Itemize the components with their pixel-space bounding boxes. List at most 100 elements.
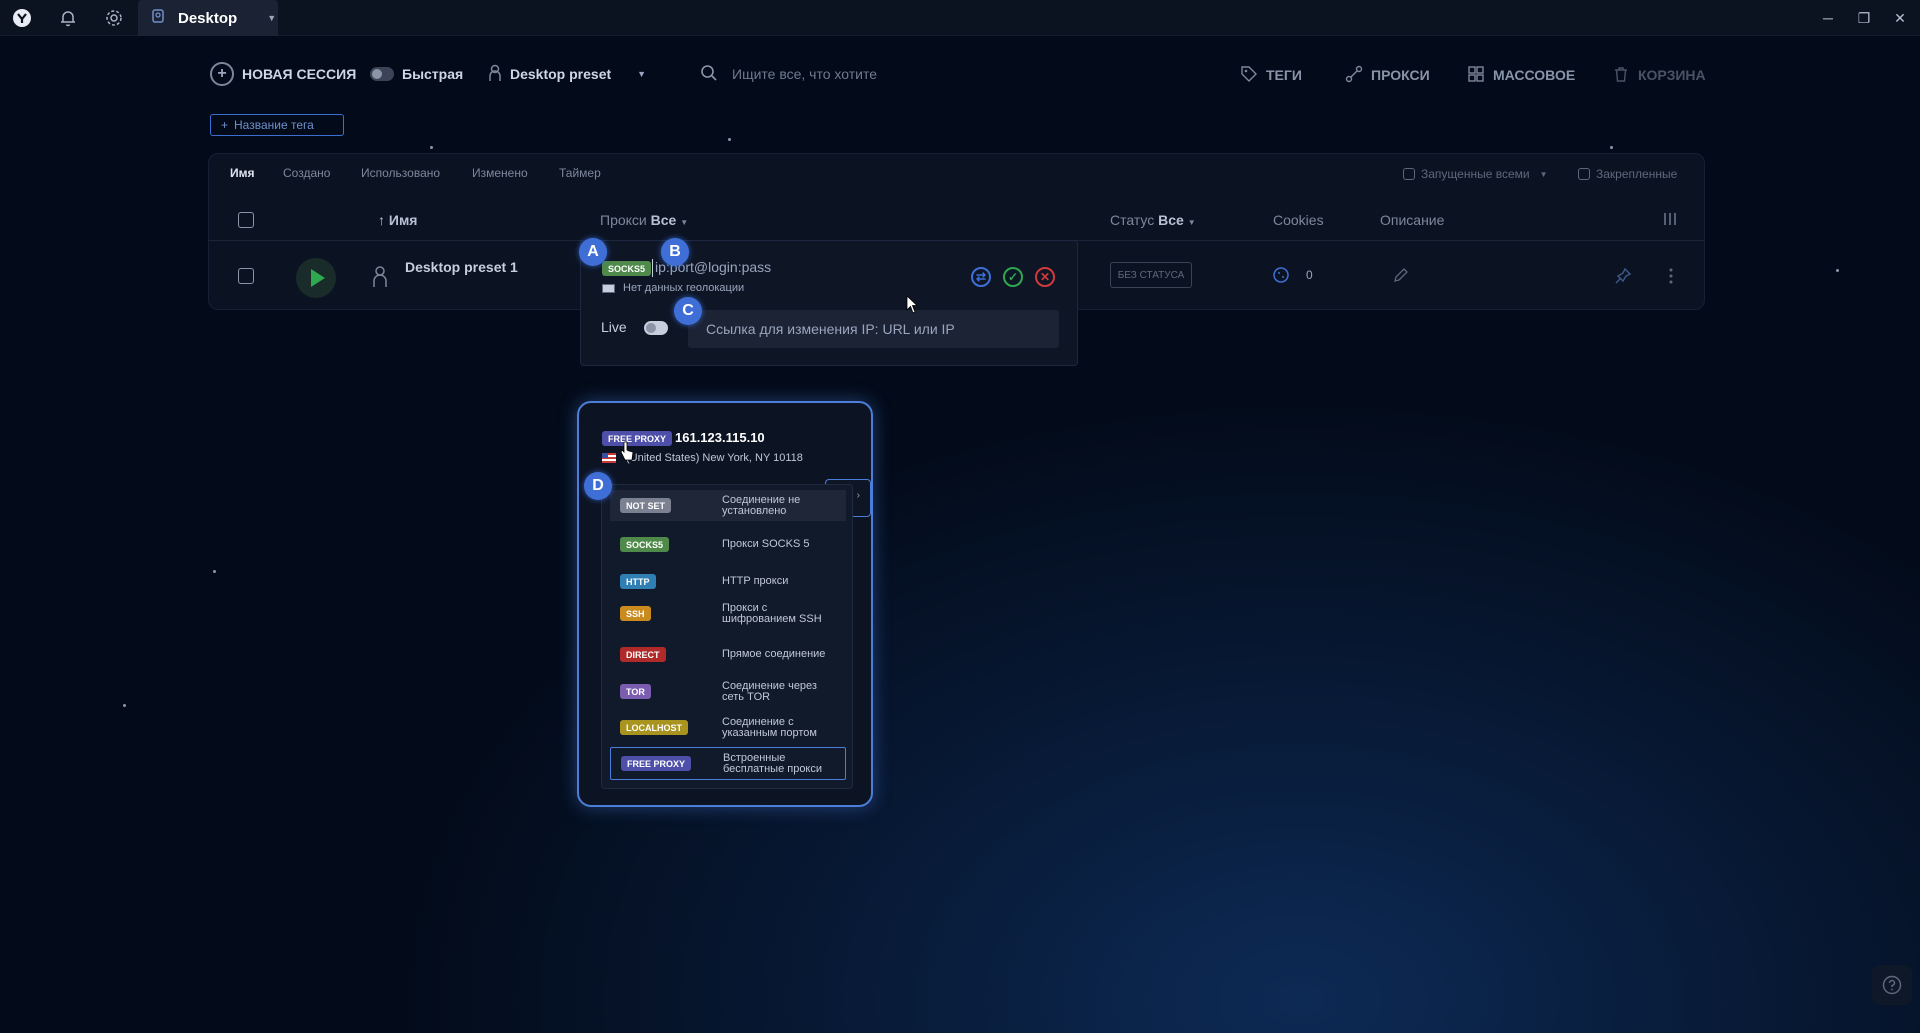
marker-c: C [674, 297, 702, 325]
proxy-type-description: Соединение через сеть TOR [722, 679, 817, 703]
proxy-filter-value[interactable]: Все [651, 212, 677, 228]
star [430, 146, 433, 149]
live-toggle[interactable] [644, 321, 668, 335]
title-bar [0, 0, 1920, 36]
pin-icon[interactable] [1614, 267, 1632, 290]
select-all-checkbox[interactable] [238, 212, 254, 228]
column-status-header[interactable]: Статус Все ▼ [1110, 212, 1196, 228]
column-name-header[interactable]: ↑ Имя [378, 212, 417, 228]
proxy-icon [1345, 65, 1363, 86]
bulk-link[interactable]: МАССОВОЕ [1467, 64, 1575, 86]
live-url-input[interactable]: Ссылка для изменения IP: URL или IP [688, 310, 1059, 348]
trash-link[interactable]: КОРЗИНА [1612, 64, 1706, 86]
proxies-label: ПРОКСИ [1371, 67, 1430, 83]
tags-link[interactable]: ТЕГИ [1240, 64, 1302, 86]
flag-icon [602, 283, 615, 293]
proxy-type-description: HTTP прокси [722, 575, 789, 587]
running-label: Запущенные всеми [1421, 167, 1530, 181]
more-menu-icon[interactable] [1668, 267, 1674, 290]
quick-toggle[interactable]: Быстрая [370, 60, 463, 88]
chevron-down-icon: ▼ [680, 218, 689, 227]
column-status-label: Статус [1110, 212, 1155, 228]
new-session-label: НОВАЯ СЕССИЯ [242, 66, 357, 82]
proxy-type-option[interactable]: SOCKS5 Прокси SOCKS 5 [610, 529, 846, 560]
proxy-type-description: Соединение не установлено [722, 493, 801, 517]
column-description-header[interactable]: Описание [1380, 212, 1444, 228]
minimize-button[interactable]: ─ [1810, 6, 1846, 30]
proxy-type-option[interactable]: HTTP HTTP прокси [610, 566, 846, 597]
edit-icon[interactable] [1393, 267, 1409, 288]
chevron-down-icon[interactable]: ▼ [267, 13, 276, 23]
chevron-down-icon: ▼ [637, 69, 647, 79]
confirm-icon[interactable]: ✓ [1003, 267, 1023, 287]
proxies-link[interactable]: ПРОКСИ [1345, 64, 1430, 86]
proxy-type-badge: TOR [620, 684, 651, 699]
running-filter[interactable]: Запущенные всеми ▼ [1403, 167, 1548, 181]
play-button[interactable] [296, 258, 336, 298]
tab-title: Desktop [178, 9, 238, 27]
quick-label: Быстрая [402, 66, 464, 82]
tag-icon [1240, 65, 1258, 86]
sort-tab-timer[interactable]: Таймер [559, 166, 601, 180]
geo-info: Нет данных геолокации [602, 282, 744, 294]
proxy-type-description: Прокси с шифрованием SSH [722, 601, 822, 625]
mouse-pointer-icon [906, 295, 920, 320]
star [123, 704, 126, 707]
chevron-down-icon: ▼ [1187, 218, 1196, 227]
session-name[interactable]: Desktop preset 1 [405, 259, 518, 275]
new-session-button[interactable]: + НОВАЯ СЕССИЯ [210, 60, 356, 88]
search-bar[interactable]: Ищите все, что хотите [700, 60, 1080, 88]
pinned-checkbox[interactable] [1578, 168, 1590, 180]
proxy-type-option[interactable]: LOCALHOST Соединение с указанным портом [610, 712, 846, 743]
add-tag-button[interactable]: + Название тега [210, 114, 344, 136]
chevron-icon: › [856, 490, 860, 501]
cookies-count: 0 [1306, 268, 1313, 282]
bulk-label: МАССОВОЕ [1493, 67, 1576, 83]
cancel-icon[interactable]: ✕ [1035, 267, 1055, 287]
proxy-type-description: Соединение с указанным портом [722, 715, 817, 739]
proxy-type-badge: SOCKS5 [620, 537, 670, 552]
trash-icon [1612, 65, 1630, 86]
preset-selector[interactable]: Desktop preset ▼ [488, 60, 646, 88]
sort-tab-modified[interactable]: Изменено [472, 166, 528, 180]
status-filter-value[interactable]: Все [1158, 212, 1184, 228]
tab-desktop[interactable]: Desktop ▼ [138, 0, 278, 36]
star [728, 138, 731, 141]
proxy-type-description: Прямое соединение [722, 648, 826, 660]
cookie-icon [1272, 266, 1290, 289]
proxy-type-option[interactable]: TOR Соединение через сеть TOR [610, 676, 846, 707]
bell-icon[interactable] [46, 4, 90, 32]
column-name-label: Имя [388, 212, 418, 228]
close-window-button[interactable]: ✕ [1882, 6, 1918, 30]
gear-icon[interactable] [92, 4, 136, 32]
search-input[interactable]: Ищите все, что хотите [732, 66, 877, 82]
proxy-type-badge[interactable]: SOCKS5 [602, 261, 652, 276]
sort-tab-created[interactable]: Создано [283, 166, 330, 180]
star [213, 570, 216, 573]
profiles-icon [150, 8, 166, 28]
maximize-button[interactable]: ❐ [1846, 6, 1882, 30]
column-cookies-header[interactable]: Cookies [1273, 212, 1324, 228]
sort-tab-name[interactable]: Имя [230, 166, 255, 180]
column-proxy-header[interactable]: Прокси Все ▼ [600, 212, 688, 228]
status-badge[interactable]: БЕЗ СТАТУСА [1110, 262, 1192, 288]
refresh-icon[interactable]: ⇄ [971, 267, 991, 287]
proxy-type-option[interactable]: FREE PROXY Встроенные бесплатные прокси [610, 747, 846, 780]
sort-tab-used[interactable]: Использовано [361, 166, 440, 180]
live-label: Live [601, 319, 627, 335]
proxy-type-option[interactable]: DIRECT Прямое соединение [610, 639, 846, 670]
proxy-type-option[interactable]: NOT SET Соединение не установлено [610, 490, 846, 521]
toggle-switch[interactable] [370, 67, 394, 81]
star [1610, 146, 1613, 149]
row-checkbox[interactable] [238, 268, 254, 284]
column-proxy-label: Прокси [600, 212, 647, 228]
pinned-filter[interactable]: Закрепленные [1578, 167, 1677, 181]
proxy-type-option[interactable]: SSH Прокси с шифрованием SSH [610, 598, 846, 629]
columns-settings-icon[interactable] [1662, 211, 1678, 232]
help-button[interactable] [1872, 965, 1912, 1005]
pinned-label: Закрепленные [1596, 167, 1678, 181]
app-logo-icon[interactable] [0, 4, 44, 32]
running-checkbox[interactable] [1403, 168, 1415, 180]
user-icon [372, 265, 388, 294]
free-proxy-badge[interactable]: FREE PROXY [602, 431, 673, 446]
